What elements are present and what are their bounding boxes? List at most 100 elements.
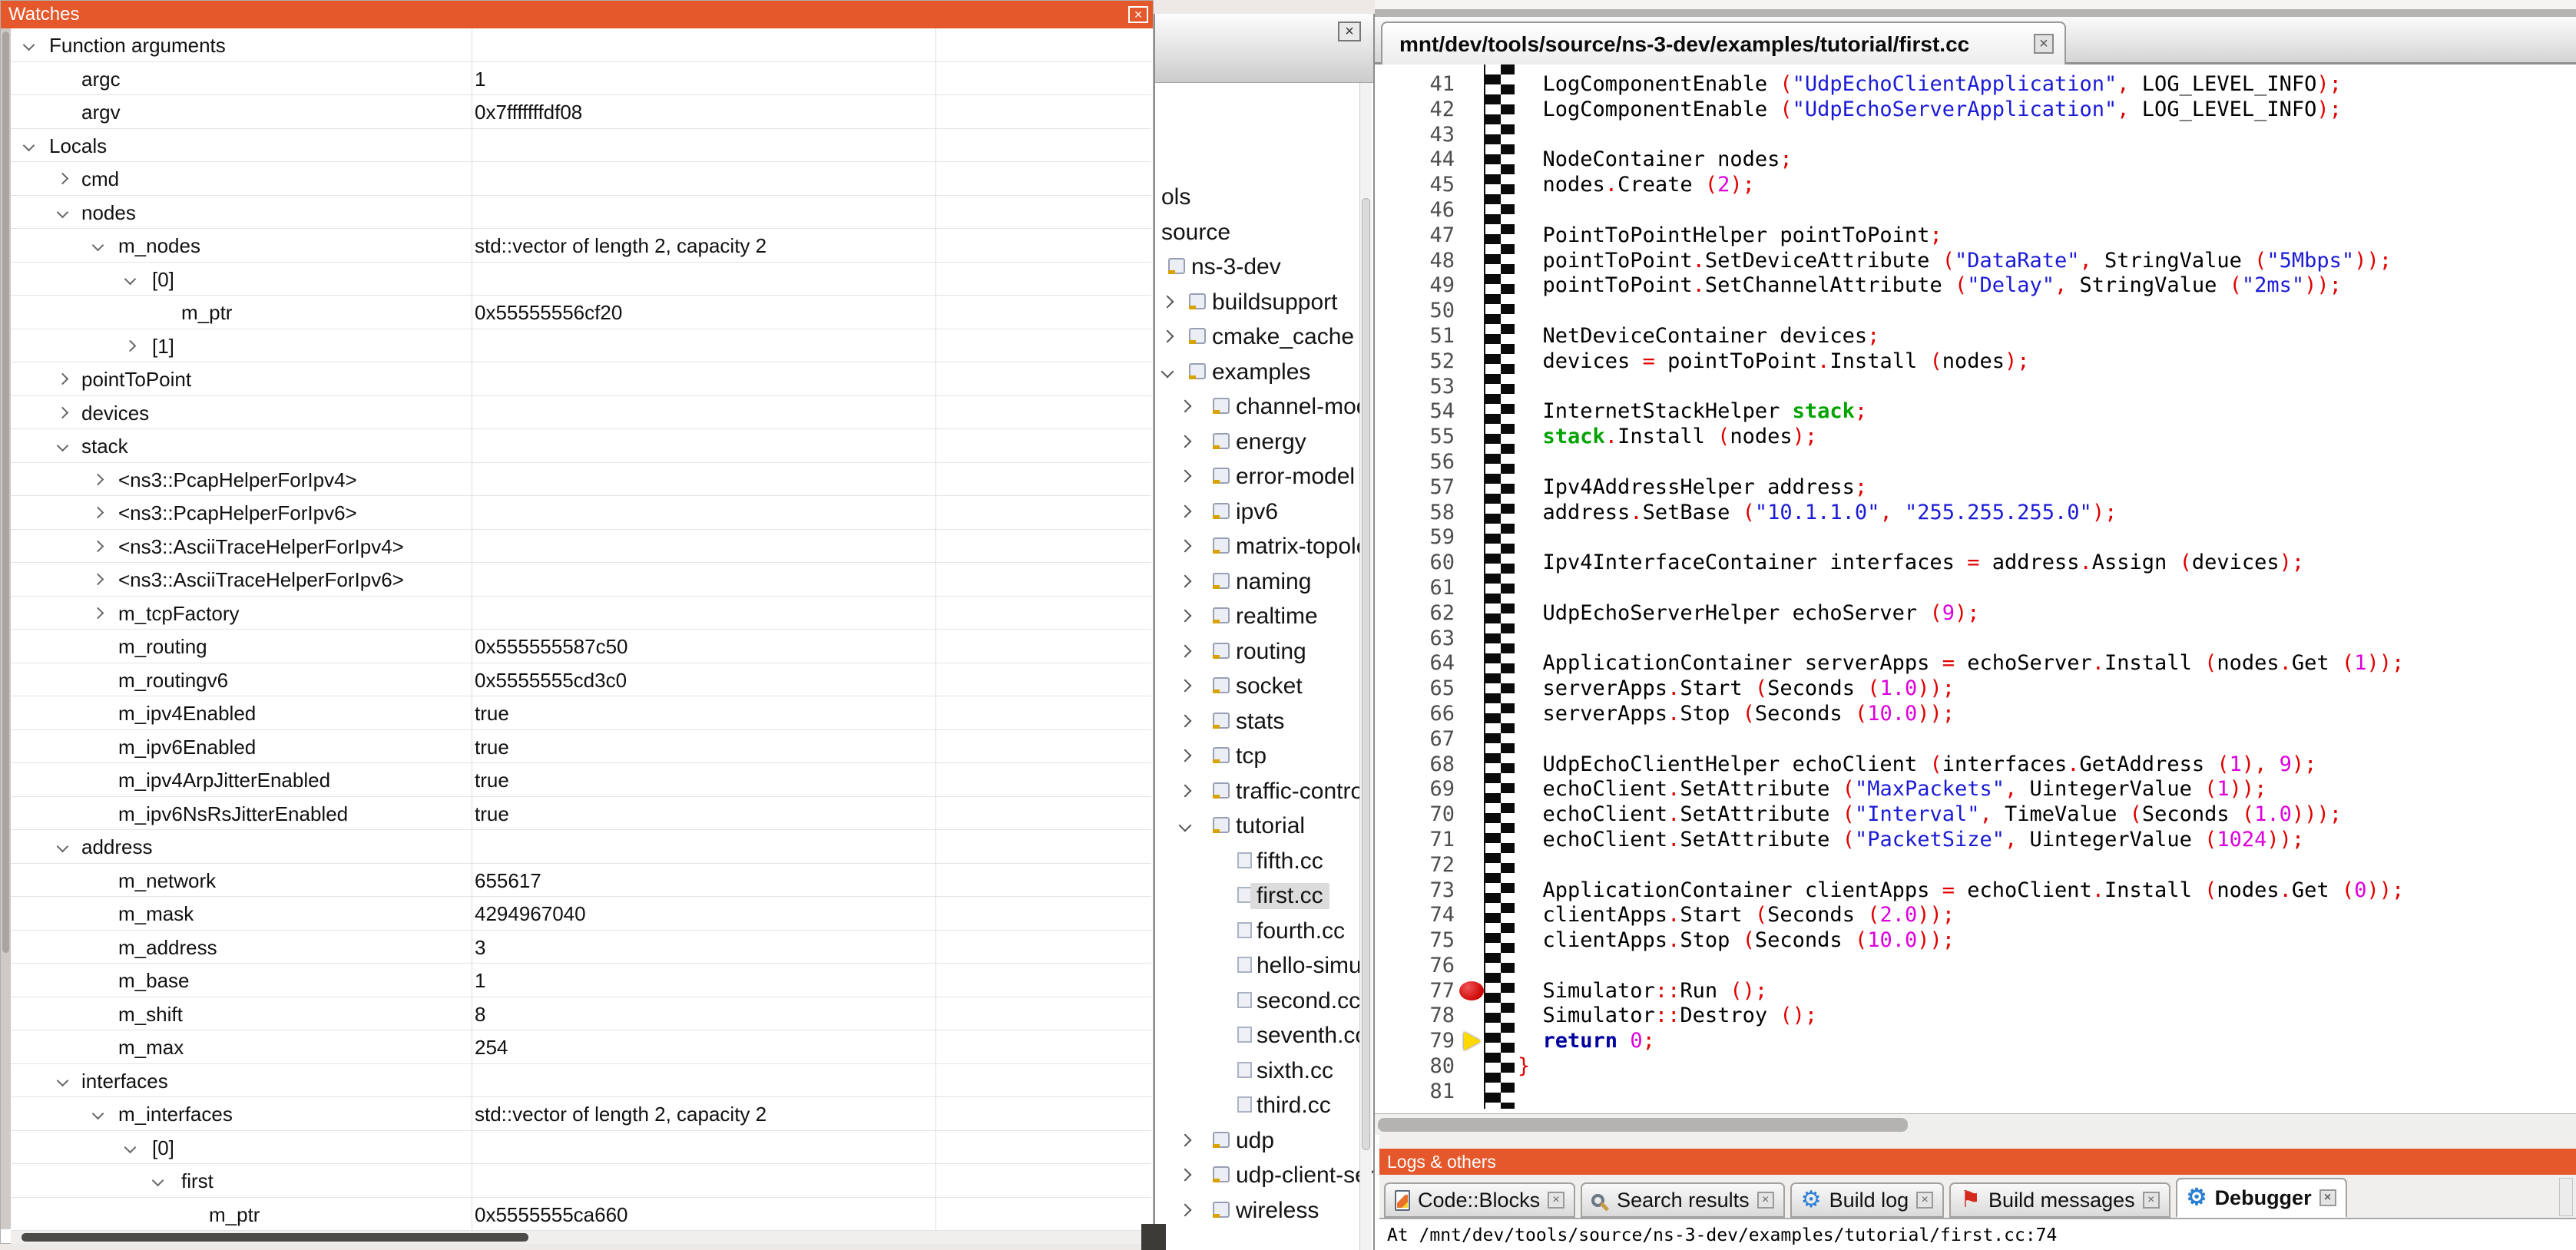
line-number[interactable]: 42 [1375, 98, 1455, 123]
watch-row[interactable]: m_shift8 [11, 997, 1151, 1031]
tree-item-channel-mod[interactable]: channel-mod [1155, 389, 1373, 425]
watch-row[interactable]: [1] [11, 329, 1151, 363]
tree-item-udp-client-ser[interactable]: udp-client-ser [1155, 1158, 1373, 1193]
line-number[interactable]: 69 [1375, 777, 1455, 802]
chevron-down-icon[interactable] [57, 206, 69, 218]
code-line[interactable]: 61 [1375, 576, 2576, 601]
chevron-right-icon[interactable] [1179, 610, 1192, 623]
editor-tab-first-cc[interactable]: mnt/dev/tools/source/ns-3-dev/examples/t… [1381, 21, 2066, 64]
tree-item-error-model[interactable]: error-model [1155, 459, 1373, 494]
chevron-right-icon[interactable] [57, 406, 69, 418]
line-number[interactable]: 54 [1375, 399, 1455, 425]
code-area[interactable]: 41 LogComponentEnable ("UdpEchoClientApp… [1375, 64, 2576, 1113]
watch-row[interactable]: m_ipv6Enabledtrue [11, 730, 1151, 764]
code-line[interactable]: 51 NetDeviceContainer devices; [1375, 324, 2576, 349]
logs-tab-debugger[interactable]: ⚙Debugger× [2176, 1178, 2347, 1218]
watch-row[interactable]: devices [11, 396, 1151, 430]
code-line[interactable]: 76 [1375, 954, 2576, 979]
watch-row[interactable]: stack [11, 429, 1151, 463]
line-number[interactable]: 64 [1375, 651, 1455, 676]
watch-row[interactable]: m_interfacesstd::vector of length 2, cap… [11, 1097, 1151, 1131]
line-number[interactable]: 77 [1375, 979, 1455, 1004]
line-number[interactable]: 71 [1375, 828, 1455, 853]
close-icon[interactable]: × [2143, 1192, 2160, 1209]
tree-item-naming[interactable]: naming [1155, 564, 1373, 600]
line-number[interactable]: 49 [1375, 273, 1455, 299]
chevron-down-icon[interactable] [92, 1108, 104, 1120]
scrollbar-thumb[interactable] [1378, 1118, 1908, 1132]
chevron-down-icon[interactable] [57, 1074, 69, 1086]
watch-row[interactable]: first [11, 1164, 1151, 1198]
chevron-right-icon[interactable] [1179, 1169, 1192, 1182]
watch-row[interactable]: m_routing0x555555587c50 [11, 630, 1151, 663]
tree-item-realtime[interactable]: realtime [1155, 599, 1373, 634]
code-line[interactable]: 80} [1375, 1054, 2576, 1080]
tree-item-ns-3-dev[interactable]: ns-3-dev [1155, 250, 1373, 285]
watch-row[interactable]: m_ipv4ArpJitterEnabledtrue [11, 763, 1151, 797]
code-line[interactable]: 67 [1375, 727, 2576, 752]
line-number[interactable]: 46 [1375, 198, 1455, 223]
watch-row[interactable]: [0] [11, 263, 1151, 296]
line-number[interactable]: 62 [1375, 601, 1455, 627]
tree-item-traffic-contro[interactable]: traffic-contro [1155, 774, 1373, 809]
code-line[interactable]: 77 Simulator::Run (); [1375, 979, 2576, 1004]
line-number[interactable]: 47 [1375, 223, 1455, 249]
code-line[interactable]: 52 devices = pointToPoint.Install (nodes… [1375, 349, 2576, 375]
line-number[interactable]: 67 [1375, 727, 1455, 752]
watch-row[interactable]: m_routingv60x5555555cd3c0 [11, 663, 1151, 697]
tree-item-cmake-cache[interactable]: cmake_cache [1155, 319, 1373, 355]
code-line[interactable]: 54 InternetStackHelper stack; [1375, 399, 2576, 425]
tree-item-energy[interactable]: energy [1155, 425, 1373, 460]
watch-row[interactable]: m_ptr0x5555555ca660 [11, 1198, 1151, 1232]
line-number[interactable]: 68 [1375, 752, 1455, 778]
code-line[interactable]: 72 [1375, 853, 2576, 878]
tree-item-routing[interactable]: routing [1155, 634, 1373, 670]
watch-row[interactable]: argc1 [11, 62, 1151, 96]
line-number[interactable]: 81 [1375, 1080, 1455, 1105]
code-line[interactable]: 68 UdpEchoClientHelper echoClient (inter… [1375, 752, 2576, 778]
chevron-right-icon[interactable] [1179, 504, 1192, 518]
line-number[interactable]: 43 [1375, 123, 1455, 148]
close-icon[interactable]: × [1757, 1192, 1774, 1209]
tree-vertical-scrollbar[interactable] [1359, 83, 1372, 1250]
tree-item-matrix-topolo[interactable]: matrix-topolo [1155, 529, 1373, 564]
code-line[interactable]: 53 [1375, 375, 2576, 400]
line-number[interactable]: 78 [1375, 1004, 1455, 1029]
code-line[interactable]: 44 NodeContainer nodes; [1375, 147, 2576, 173]
code-line[interactable]: 74 clientApps.Start (Seconds (2.0)); [1375, 903, 2576, 928]
line-number[interactable]: 55 [1375, 425, 1455, 450]
code-line[interactable]: 75 clientApps.Stop (Seconds (10.0)); [1375, 928, 2576, 954]
chevron-right-icon[interactable] [1179, 680, 1192, 693]
watch-row[interactable]: pointToPoint [11, 362, 1151, 396]
line-number[interactable]: 66 [1375, 702, 1455, 727]
watch-row[interactable]: m_network655617 [11, 864, 1151, 898]
scrollbar-thumb[interactable] [1362, 198, 1370, 1150]
line-number[interactable]: 51 [1375, 324, 1455, 349]
chevron-down-icon[interactable] [57, 841, 69, 853]
tree-item-socket[interactable]: socket [1155, 669, 1373, 704]
chevron-right-icon[interactable] [1179, 1203, 1192, 1216]
tree-item-second-cc[interactable]: second.cc [1155, 984, 1373, 1019]
chevron-right-icon[interactable] [92, 507, 104, 519]
tree-item-seventh-cc[interactable]: seventh.cc [1155, 1018, 1373, 1053]
code-line[interactable]: 60 Ipv4InterfaceContainer interfaces = a… [1375, 551, 2576, 576]
chevron-right-icon[interactable] [1179, 749, 1192, 762]
watch-row[interactable]: address [11, 830, 1151, 864]
chevron-right-icon[interactable] [1179, 1133, 1192, 1146]
watch-row[interactable]: cmd [11, 162, 1151, 196]
chevron-down-icon[interactable] [23, 139, 35, 151]
chevron-right-icon[interactable] [1179, 540, 1192, 553]
chevron-right-icon[interactable] [1179, 435, 1192, 448]
tree-item-fifth-cc[interactable]: fifth.cc [1155, 844, 1373, 879]
watch-row[interactable]: m_ipv6NsRsJitterEnabledtrue [11, 797, 1151, 831]
line-number[interactable]: 58 [1375, 501, 1455, 526]
line-number[interactable]: 41 [1375, 72, 1455, 98]
tree-item-buildsupport[interactable]: buildsupport [1155, 285, 1373, 320]
code-line[interactable]: 73 ApplicationContainer clientApps = ech… [1375, 878, 2576, 904]
tree-item-examples[interactable]: examples [1155, 355, 1373, 390]
tree-item-stats[interactable]: stats [1155, 704, 1373, 739]
code-line[interactable]: 71 echoClient.SetAttribute ("PacketSize"… [1375, 828, 2576, 853]
line-number[interactable]: 57 [1375, 475, 1455, 501]
line-number[interactable]: 80 [1375, 1054, 1455, 1080]
code-line[interactable]: 59 [1375, 525, 2576, 551]
